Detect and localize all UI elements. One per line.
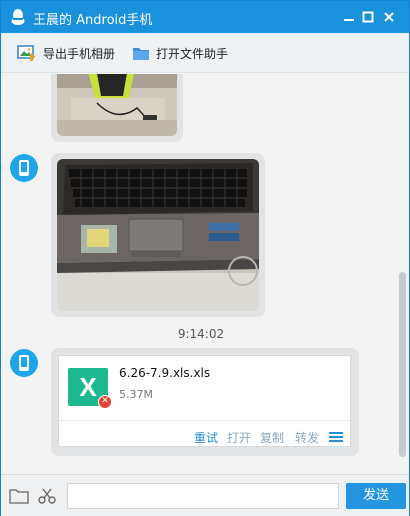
file-name: 6.26-7.9.xls.xls [119, 366, 211, 380]
input-bar: 发送 [1, 474, 409, 516]
message-input[interactable] [67, 483, 339, 509]
sender-avatar[interactable] [10, 349, 38, 377]
sender-avatar[interactable] [10, 154, 38, 182]
folder-icon [133, 48, 149, 60]
divider [59, 420, 350, 421]
window-title: 王晨的 Android手机 [33, 13, 153, 28]
error-badge-icon: ✕ [98, 395, 112, 409]
open-file-assistant-button[interactable]: 打开文件助手 [132, 43, 228, 63]
folder-icon[interactable] [9, 487, 29, 505]
minimize-icon[interactable] [342, 10, 356, 24]
phone-icon [19, 160, 29, 176]
chat-window: 王晨的 Android手机 导出手机相册 打开文件助手 9:14:02 X ✕ … [0, 0, 410, 516]
export-album-label: 导出手机相册 [43, 46, 116, 61]
phone-icon [19, 355, 29, 371]
file-size: 5.37M [119, 388, 153, 401]
message-timestamp: 9:14:02 [177, 327, 225, 341]
maximize-icon[interactable] [361, 10, 375, 24]
forward-link[interactable]: 转发 [295, 429, 319, 446]
close-icon[interactable] [382, 10, 396, 24]
file-card[interactable]: X ✕ 6.26-7.9.xls.xls 5.37M 重试 打开 复制 转发 [58, 355, 351, 447]
send-button[interactable]: 发送 [346, 483, 406, 509]
retry-link[interactable]: 重试 [194, 429, 218, 446]
open-link[interactable]: 打开 [227, 429, 251, 446]
title-bar[interactable]: 王晨的 Android手机 [1, 1, 409, 33]
qq-penguin-icon [11, 9, 25, 25]
open-file-assistant-label: 打开文件助手 [156, 46, 229, 61]
toolbar: 导出手机相册 打开文件助手 [1, 33, 409, 73]
menu-icon[interactable] [329, 431, 343, 443]
message-area[interactable]: 9:14:02 X ✕ 6.26-7.9.xls.xls 5.37M 重试 打开… [1, 74, 409, 474]
message-bubble [51, 74, 183, 142]
copy-link[interactable]: 复制 [260, 429, 284, 446]
scissors-icon[interactable] [37, 487, 57, 505]
scrollbar[interactable] [399, 272, 406, 457]
message-photo[interactable] [57, 159, 259, 311]
photo-album-icon [17, 45, 36, 61]
message-bubble [51, 153, 265, 317]
export-album-button[interactable]: 导出手机相册 [17, 43, 115, 63]
message-photo[interactable] [57, 74, 177, 136]
